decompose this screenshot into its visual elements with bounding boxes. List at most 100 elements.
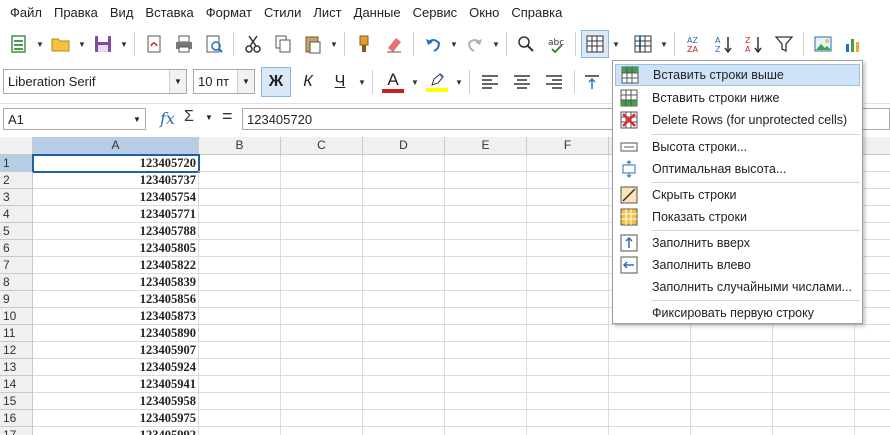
table-cell[interactable] (445, 189, 527, 206)
menu-styles[interactable]: Стили (258, 0, 307, 26)
table-cell[interactable] (445, 376, 527, 393)
column-header-f[interactable]: F (527, 137, 609, 155)
table-cell[interactable] (199, 410, 281, 427)
table-cell[interactable] (445, 206, 527, 223)
highlight-color-button[interactable] (422, 67, 452, 97)
align-top-icon[interactable] (580, 68, 604, 96)
table-cell[interactable] (363, 189, 445, 206)
menu-item-row-height[interactable]: Высота строки... (615, 136, 860, 158)
table-cell[interactable] (691, 359, 773, 376)
table-cell[interactable] (445, 274, 527, 291)
function-wizard-icon[interactable]: fx (160, 109, 175, 128)
table-cell[interactable] (527, 376, 609, 393)
table-cell[interactable] (855, 359, 890, 376)
font-color-dropdown-icon[interactable]: ▼ (409, 68, 421, 96)
table-cell[interactable] (445, 359, 527, 376)
table-cell[interactable] (691, 325, 773, 342)
table-cell[interactable]: 123405856 (33, 291, 199, 308)
sort-ascending-icon[interactable]: AZ (710, 30, 738, 58)
table-cell[interactable] (691, 427, 773, 435)
row-header[interactable]: 4 (0, 206, 33, 223)
table-cell[interactable] (773, 342, 855, 359)
table-cell[interactable] (691, 342, 773, 359)
menu-format[interactable]: Формат (200, 0, 258, 26)
table-cell[interactable] (363, 240, 445, 257)
row-header[interactable]: 14 (0, 376, 33, 393)
column-header-c[interactable]: C (281, 137, 363, 155)
insert-chart-icon[interactable] (839, 30, 867, 58)
table-cell[interactable] (199, 223, 281, 240)
undo-icon[interactable] (419, 30, 447, 58)
row-header[interactable]: 15 (0, 393, 33, 410)
autofilter-icon[interactable] (770, 30, 798, 58)
columns-menu-icon[interactable] (629, 30, 657, 58)
font-color-button[interactable]: A (378, 67, 408, 97)
row-header[interactable]: 17 (0, 427, 33, 435)
row-header[interactable]: 13 (0, 359, 33, 376)
menu-item-insert-rows-below[interactable]: Вставить строки ниже (615, 87, 860, 109)
formula-icon[interactable]: = (222, 106, 233, 127)
table-cell[interactable]: 123405941 (33, 376, 199, 393)
chevron-down-icon[interactable]: ▼ (237, 70, 254, 93)
table-cell[interactable] (609, 325, 691, 342)
new-document-icon[interactable] (5, 30, 33, 58)
highlight-dropdown-icon[interactable]: ▼ (453, 68, 465, 96)
table-cell[interactable] (527, 172, 609, 189)
align-left-icon[interactable] (475, 68, 505, 96)
table-cell[interactable]: 123405958 (33, 393, 199, 410)
table-cell[interactable] (691, 376, 773, 393)
table-cell[interactable] (855, 376, 890, 393)
table-cell[interactable]: 123405737 (33, 172, 199, 189)
table-cell[interactable] (199, 376, 281, 393)
align-right-icon[interactable] (539, 68, 569, 96)
table-cell[interactable] (527, 393, 609, 410)
paste-icon[interactable] (299, 30, 327, 58)
new-dropdown-icon[interactable]: ▼ (34, 30, 46, 58)
copy-icon[interactable] (269, 30, 297, 58)
row-header[interactable]: 2 (0, 172, 33, 189)
table-cell[interactable] (281, 206, 363, 223)
table-cell[interactable] (363, 257, 445, 274)
table-cell[interactable] (855, 393, 890, 410)
table-cell[interactable] (691, 393, 773, 410)
align-center-icon[interactable] (507, 68, 537, 96)
table-cell[interactable]: 123405771 (33, 206, 199, 223)
table-cell[interactable] (281, 427, 363, 435)
table-cell[interactable] (281, 223, 363, 240)
table-cell[interactable] (281, 189, 363, 206)
table-cell[interactable] (363, 308, 445, 325)
table-cell[interactable] (199, 257, 281, 274)
sum-icon[interactable]: Σ (184, 108, 194, 126)
sum-dropdown-icon[interactable]: ▼ (205, 113, 213, 122)
row-header[interactable]: 16 (0, 410, 33, 427)
sort-descending-icon[interactable]: ZA (740, 30, 768, 58)
row-header[interactable]: 1 (0, 155, 33, 172)
table-cell[interactable] (363, 427, 445, 435)
table-cell[interactable] (281, 342, 363, 359)
table-cell[interactable] (773, 376, 855, 393)
column-header-b[interactable]: B (199, 137, 281, 155)
table-cell[interactable]: 123405890 (33, 325, 199, 342)
table-cell[interactable]: 123405839 (33, 274, 199, 291)
table-cell[interactable] (199, 291, 281, 308)
table-cell[interactable] (199, 393, 281, 410)
open-folder-icon[interactable] (47, 30, 75, 58)
column-header-e[interactable]: E (445, 137, 527, 155)
clone-formatting-icon[interactable] (350, 30, 378, 58)
table-cell[interactable] (363, 291, 445, 308)
table-cell[interactable] (281, 240, 363, 257)
table-cell[interactable] (855, 325, 890, 342)
table-cell[interactable] (199, 240, 281, 257)
table-cell[interactable] (445, 223, 527, 240)
chevron-down-icon[interactable]: ▼ (129, 109, 145, 129)
menu-data[interactable]: Данные (348, 0, 407, 26)
rows-dropdown-icon[interactable]: ▼ (610, 30, 622, 58)
menu-view[interactable]: Вид (104, 0, 140, 26)
save-icon[interactable] (89, 30, 117, 58)
table-cell[interactable] (199, 172, 281, 189)
table-cell[interactable] (281, 257, 363, 274)
table-cell[interactable] (445, 291, 527, 308)
menu-item-freeze-first-row[interactable]: Фиксировать первую строку (615, 302, 860, 324)
table-cell[interactable] (527, 342, 609, 359)
font-name-combo[interactable]: Liberation Serif ▼ (3, 69, 187, 94)
